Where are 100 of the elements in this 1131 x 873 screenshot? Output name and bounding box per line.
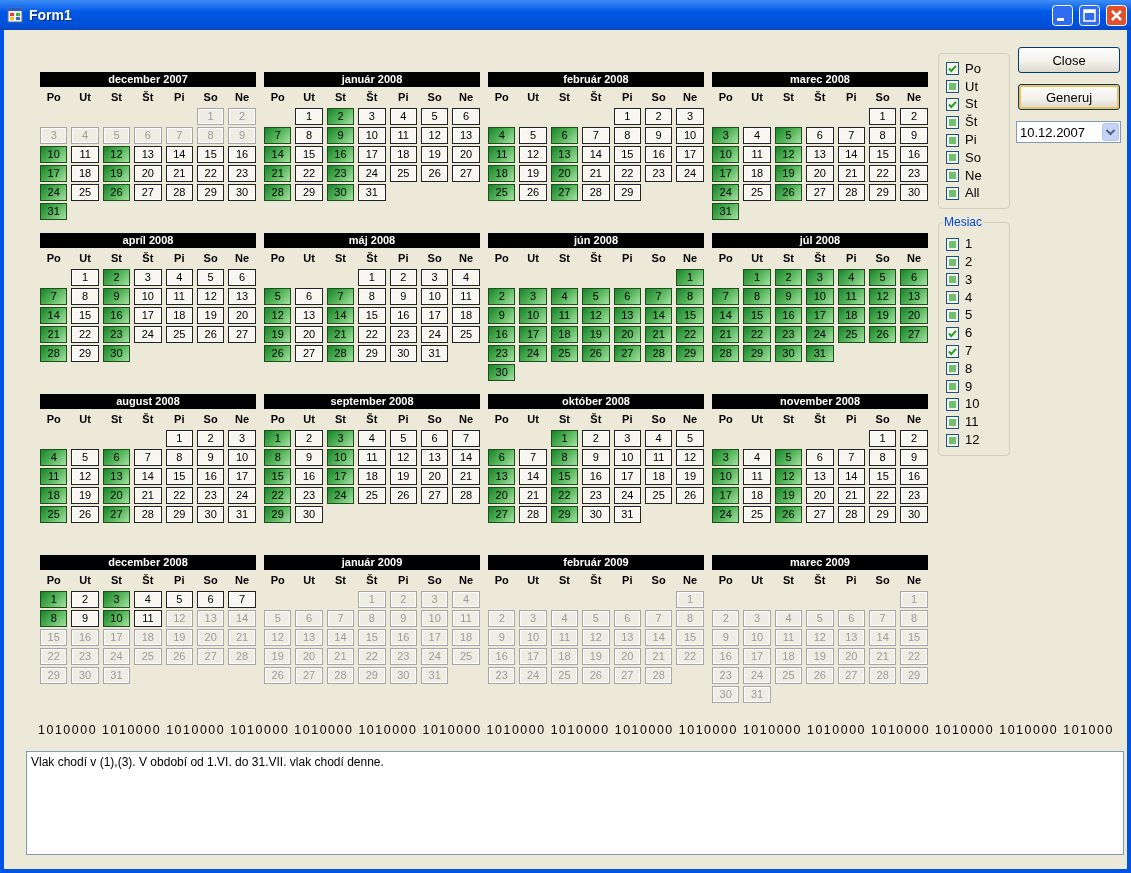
- day-cell[interactable]: 6: [613, 288, 641, 305]
- day-cell[interactable]: 28: [264, 184, 292, 201]
- day-cell[interactable]: 30: [389, 345, 417, 362]
- day-cell[interactable]: 11: [358, 449, 386, 466]
- day-cell[interactable]: 24: [613, 487, 641, 504]
- day-cell[interactable]: 22: [613, 165, 641, 182]
- day-cell[interactable]: 12: [676, 449, 704, 466]
- day-cell[interactable]: 14: [837, 146, 865, 163]
- day-cell[interactable]: 12: [264, 307, 292, 324]
- day-cell[interactable]: 27: [102, 506, 131, 523]
- day-cell[interactable]: 23: [644, 165, 673, 182]
- day-cell[interactable]: 18: [837, 307, 865, 324]
- day-cell[interactable]: 3: [102, 591, 131, 608]
- button[interactable]: Generuj: [1018, 84, 1120, 110]
- day-cell[interactable]: 7: [644, 288, 673, 305]
- day-cell[interactable]: 31: [712, 203, 740, 220]
- day-cell[interactable]: 24: [712, 506, 740, 523]
- day-cell[interactable]: 9: [582, 449, 610, 466]
- day-cell[interactable]: 30: [488, 364, 516, 381]
- day-cell[interactable]: 3: [676, 108, 704, 125]
- day-cell[interactable]: 31: [40, 203, 68, 220]
- day-cell[interactable]: 1: [71, 269, 99, 286]
- day-cell[interactable]: 10: [40, 146, 68, 163]
- day-cell[interactable]: 17: [134, 307, 162, 324]
- day-cell[interactable]: 8: [40, 610, 68, 627]
- day-cell[interactable]: 5: [264, 288, 292, 305]
- checkbox[interactable]: [946, 291, 959, 305]
- day-cell[interactable]: 7: [582, 127, 610, 144]
- day-cell[interactable]: 5: [676, 430, 704, 447]
- day-cell[interactable]: 18: [165, 307, 193, 324]
- day-cell[interactable]: 13: [900, 288, 928, 305]
- day-cell[interactable]: 27: [420, 487, 449, 504]
- day-cell[interactable]: 29: [613, 184, 641, 201]
- day-cell[interactable]: 13: [452, 127, 480, 144]
- day-cell[interactable]: 11: [550, 307, 579, 324]
- day-cell[interactable]: 20: [488, 487, 516, 504]
- day-cell[interactable]: 9: [488, 307, 516, 324]
- day-cell[interactable]: 4: [134, 591, 162, 608]
- day-cell[interactable]: 13: [488, 468, 516, 485]
- day-cell[interactable]: 12: [389, 449, 417, 466]
- day-cell[interactable]: 6: [452, 108, 480, 125]
- day-cell[interactable]: 29: [868, 184, 897, 201]
- day-cell[interactable]: 10: [519, 307, 547, 324]
- checkbox[interactable]: [946, 344, 959, 358]
- day-cell[interactable]: 2: [71, 591, 99, 608]
- day-cell[interactable]: 6: [228, 269, 256, 286]
- day-cell[interactable]: 9: [71, 610, 99, 627]
- day-cell[interactable]: 7: [519, 449, 547, 466]
- day-cell[interactable]: 8: [71, 288, 99, 305]
- checkbox[interactable]: [946, 397, 959, 411]
- day-cell[interactable]: 5: [165, 591, 193, 608]
- day-cell[interactable]: 14: [452, 449, 480, 466]
- day-cell[interactable]: 1: [743, 269, 771, 286]
- day-cell[interactable]: 15: [165, 468, 193, 485]
- day-cell[interactable]: 9: [102, 288, 131, 305]
- day-cell[interactable]: 10: [712, 146, 740, 163]
- checkbox[interactable]: [946, 415, 959, 429]
- day-cell[interactable]: 17: [358, 146, 386, 163]
- day-cell[interactable]: 23: [196, 487, 225, 504]
- day-cell[interactable]: 18: [40, 487, 68, 504]
- checkbox[interactable]: [946, 186, 959, 200]
- day-cell[interactable]: 6: [806, 127, 834, 144]
- day-cell[interactable]: 20: [420, 468, 449, 485]
- checkbox[interactable]: [946, 308, 959, 322]
- day-cell[interactable]: 17: [712, 165, 740, 182]
- day-cell[interactable]: 6: [295, 288, 323, 305]
- day-cell[interactable]: 1: [295, 108, 323, 125]
- day-cell[interactable]: 16: [196, 468, 225, 485]
- day-cell[interactable]: 7: [228, 591, 256, 608]
- day-cell[interactable]: 7: [452, 430, 480, 447]
- day-cell[interactable]: 23: [228, 165, 256, 182]
- day-cell[interactable]: 7: [712, 288, 740, 305]
- checkbox[interactable]: [946, 237, 959, 251]
- day-cell[interactable]: 23: [900, 165, 928, 182]
- day-cell[interactable]: 15: [676, 307, 704, 324]
- day-cell[interactable]: 19: [71, 487, 99, 504]
- day-cell[interactable]: 31: [228, 506, 256, 523]
- day-cell[interactable]: 20: [102, 487, 131, 504]
- day-cell[interactable]: 20: [900, 307, 928, 324]
- day-cell[interactable]: 23: [774, 326, 803, 343]
- day-cell[interactable]: 12: [102, 146, 131, 163]
- day-cell[interactable]: 28: [519, 506, 547, 523]
- day-cell[interactable]: 7: [134, 449, 162, 466]
- day-cell[interactable]: 3: [134, 269, 162, 286]
- day-cell[interactable]: 27: [806, 184, 834, 201]
- day-cell[interactable]: 20: [295, 326, 323, 343]
- day-cell[interactable]: 16: [389, 307, 417, 324]
- day-cell[interactable]: 5: [420, 108, 449, 125]
- day-cell[interactable]: 6: [550, 127, 579, 144]
- day-cell[interactable]: 14: [837, 468, 865, 485]
- day-cell[interactable]: 11: [389, 127, 417, 144]
- day-cell[interactable]: 24: [40, 184, 68, 201]
- day-cell[interactable]: 18: [358, 468, 386, 485]
- day-cell[interactable]: 4: [743, 449, 771, 466]
- day-cell[interactable]: 29: [358, 345, 386, 362]
- day-cell[interactable]: 12: [774, 146, 803, 163]
- day-cell[interactable]: 18: [389, 146, 417, 163]
- day-cell[interactable]: 10: [102, 610, 131, 627]
- day-cell[interactable]: 21: [452, 468, 480, 485]
- day-cell[interactable]: 21: [582, 165, 610, 182]
